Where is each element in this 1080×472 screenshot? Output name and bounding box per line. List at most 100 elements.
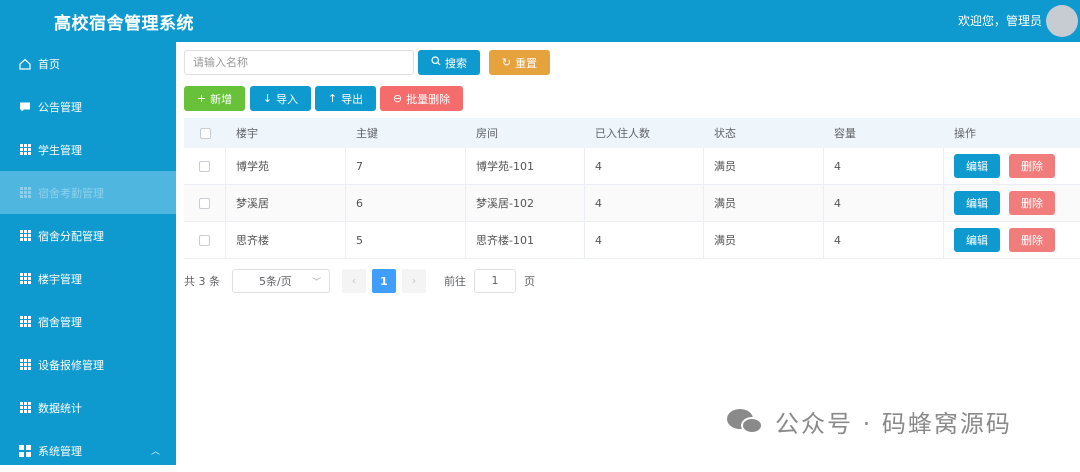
page-size-value: 5条/页 [259, 275, 292, 288]
sidebar-item-repairs[interactable]: 设备报修管理 [0, 343, 176, 386]
building-cell: 思齐楼 [226, 222, 346, 258]
search-button[interactable]: 搜索 [418, 50, 480, 75]
id-cell: 7 [346, 148, 466, 184]
app-title: 高校宿舍管理系统 [54, 14, 194, 34]
occupants-cell: 4 [585, 185, 704, 221]
welcome-text: 欢迎您，管理员 [957, 14, 1042, 28]
sidebar-item-label: 宿舍管理 [38, 315, 82, 329]
actions-cell: 编辑 删除 [944, 148, 1080, 184]
sidebar-item-label: 公告管理 [38, 100, 82, 114]
apps-icon [18, 444, 32, 458]
watermark-text: 公众号 · 码蜂窝源码 [775, 410, 1012, 438]
sidebar-item-home[interactable]: 首页 [0, 42, 176, 85]
grid-icon [18, 186, 32, 200]
edit-button[interactable]: 编辑 [954, 154, 1000, 178]
add-button-label: 新增 [210, 92, 233, 106]
chevron-left-icon: ‹ [352, 275, 356, 287]
actions-cell: 编辑 删除 [944, 222, 1080, 258]
reset-button-label: 重置 [515, 56, 538, 70]
id-cell: 6 [346, 185, 466, 221]
column-header[interactable]: 楼宇 [226, 118, 346, 148]
sidebar-item-label: 设备报修管理 [38, 358, 104, 372]
column-header[interactable]: 容量 [824, 118, 944, 148]
room-cell: 博学苑-101 [466, 148, 585, 184]
sidebar-item-label: 系统管理 [38, 444, 82, 458]
bulk-delete-button-label: 批量删除 [406, 92, 451, 106]
edit-button[interactable]: 编辑 [954, 191, 1000, 215]
top-header: 高校宿舍管理系统 欢迎您，管理员 [0, 0, 1080, 42]
next-page-button[interactable]: › [402, 269, 426, 293]
refresh-icon: ↻ [501, 56, 512, 69]
sidebar-item-notice[interactable]: 公告管理 [0, 85, 176, 128]
wechat-icon [727, 407, 767, 437]
building-cell: 博学苑 [226, 148, 346, 184]
column-header[interactable]: 房间 [466, 118, 585, 148]
add-button[interactable]: + 新增 [184, 86, 245, 111]
search-input[interactable]: 请输入名称 [184, 50, 414, 75]
page-number-active[interactable]: 1 [372, 269, 396, 293]
grid-icon [18, 358, 32, 372]
import-button-label: 导入 [276, 92, 299, 106]
page-size-select[interactable]: 5条/页 ﹀ [232, 269, 330, 293]
total-count: 共 3 条 [184, 275, 220, 288]
prev-page-button[interactable]: ‹ [342, 269, 366, 293]
sidebar-item-label: 宿舍分配管理 [38, 229, 104, 243]
capacity-cell: 4 [824, 185, 944, 221]
sidebar-item-statistics[interactable]: 数据统计 [0, 386, 176, 429]
sidebar-item-buildings[interactable]: 楼宇管理 [0, 257, 176, 300]
message-icon [18, 100, 32, 114]
table-header: 楼宇 主键 房间 已入住人数 状态 容量 操作 [184, 118, 1080, 148]
row-checkbox[interactable] [199, 234, 210, 246]
export-button[interactable]: ↑ 导出 [315, 86, 376, 111]
status-cell: 满员 [704, 148, 824, 184]
select-all-checkbox[interactable] [199, 127, 211, 139]
chevron-up-icon: ︿ [150, 447, 160, 457]
search-icon [431, 56, 441, 69]
chevron-down-icon: ﹀ [311, 277, 321, 288]
row-checkbox[interactable] [199, 197, 210, 209]
arrow-down-icon: ↓ [262, 92, 273, 105]
row-select-cell [184, 185, 226, 221]
delete-button[interactable]: 删除 [1009, 228, 1055, 252]
grid-icon [18, 315, 32, 329]
column-header[interactable]: 状态 [704, 118, 824, 148]
row-checkbox[interactable] [199, 160, 210, 172]
sidebar-item-dorms[interactable]: 宿舍管理 [0, 300, 176, 343]
grid-icon [18, 143, 32, 157]
arrow-up-icon: ↑ [327, 92, 338, 105]
grid-icon [18, 401, 32, 415]
delete-button[interactable]: 删除 [1009, 191, 1055, 215]
sidebar-item-label: 首页 [38, 57, 60, 71]
reset-button[interactable]: ↻ 重置 [489, 50, 550, 75]
goto-page-input[interactable]: 1 [474, 269, 516, 293]
status-cell: 满员 [704, 222, 824, 258]
column-header[interactable]: 已入住人数 [585, 118, 704, 148]
status-cell: 满员 [704, 185, 824, 221]
edit-button[interactable]: 编辑 [954, 228, 1000, 252]
pagination: 共 3 条 5条/页 ﹀ ‹ 1 › 前往 1 页 [184, 269, 535, 293]
select-all-cell [184, 118, 226, 148]
plus-icon: + [196, 92, 207, 105]
import-button[interactable]: ↓ 导入 [250, 86, 311, 111]
main-content: 请输入名称 搜索 ↻ 重置 + 新增 ↓ 导入 ↑ 导出 ⊖ 批量删除 楼宇 主… [176, 42, 1080, 465]
sidebar-item-label: 学生管理 [38, 143, 82, 157]
actions-cell: 编辑 删除 [944, 185, 1080, 221]
column-header: 操作 [954, 127, 976, 140]
sidebar: 首页 公告管理 学生管理 宿舍考勤管理 宿舍分配管理 楼宇管理 宿舍管理 设备报… [0, 42, 176, 465]
table-row: 梦溪居 6 梦溪居-102 4 满员 4 编辑 删除 [184, 185, 1080, 222]
sidebar-item-students[interactable]: 学生管理 [0, 128, 176, 171]
search-button-label: 搜索 [445, 56, 467, 70]
row-select-cell [184, 148, 226, 184]
bulk-delete-button[interactable]: ⊖ 批量删除 [380, 86, 463, 111]
sidebar-item-allocation[interactable]: 宿舍分配管理 [0, 214, 176, 257]
capacity-cell: 4 [824, 148, 944, 184]
column-header[interactable]: 主键 [346, 118, 466, 148]
avatar[interactable] [1046, 5, 1078, 37]
sidebar-item-attendance[interactable]: 宿舍考勤管理 [0, 171, 176, 214]
sidebar-item-system[interactable]: 系统管理 ︿ [0, 429, 176, 472]
delete-button[interactable]: 删除 [1009, 154, 1055, 178]
occupants-cell: 4 [585, 222, 704, 258]
grid-icon [18, 229, 32, 243]
export-button-label: 导出 [341, 92, 364, 106]
building-cell: 梦溪居 [226, 185, 346, 221]
